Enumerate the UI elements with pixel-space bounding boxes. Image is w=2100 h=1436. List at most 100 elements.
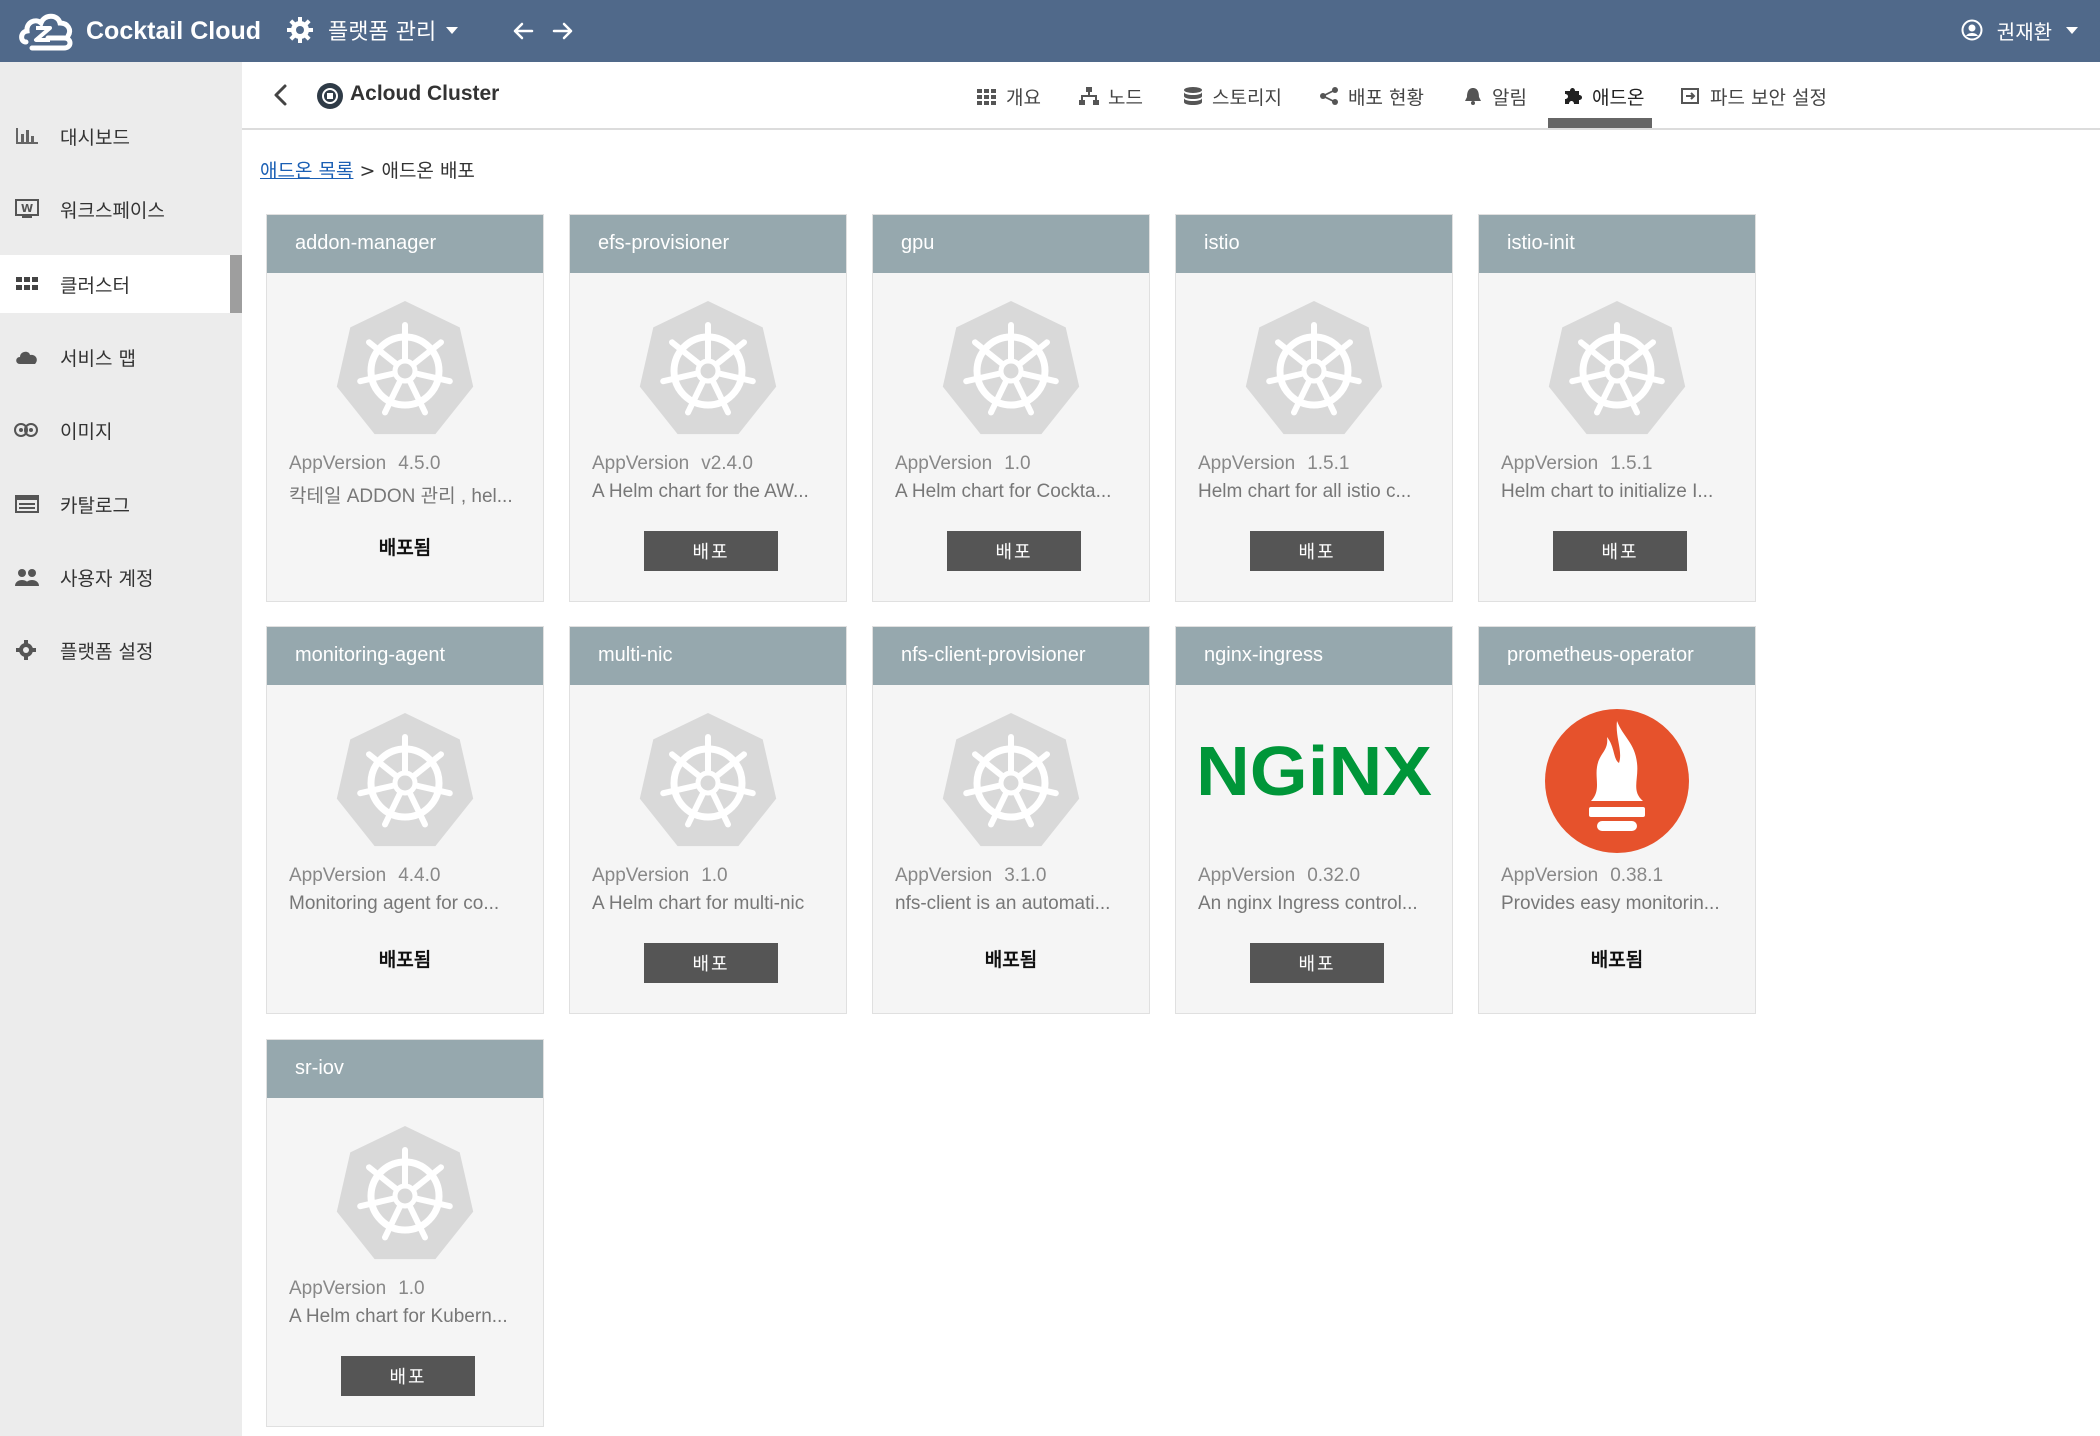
- addon-card[interactable]: monitoring-agent AppVersion 4.4.0 Monitorin…: [266, 626, 544, 1014]
- addon-description: An nginx Ingress control...: [1198, 893, 1418, 914]
- app-version-label: AppVersion: [1501, 865, 1599, 886]
- addon-card[interactable]: nginx-ingress NGiNX AppVersion 0.32.0 An ngi…: [1175, 626, 1453, 1014]
- images-icon: [14, 423, 38, 437]
- forward-arrow-button[interactable]: [546, 14, 580, 48]
- deploy-button[interactable]: 배포: [1250, 943, 1384, 983]
- deployed-status: 배포됨: [984, 949, 1038, 971]
- tab-label: 알림: [1492, 86, 1527, 109]
- addon-version-row: AppVersion 0.32.0: [1198, 865, 1360, 887]
- deploy-button[interactable]: 배포: [1553, 531, 1687, 571]
- sidebar-item-images[interactable]: 이미지: [0, 401, 242, 459]
- addon-name: monitoring-agent: [295, 644, 446, 666]
- addon-description: nfs-client is an automati...: [895, 893, 1111, 914]
- deploy-button[interactable]: 배포: [1250, 531, 1384, 571]
- deploy-button[interactable]: 배포: [947, 531, 1081, 571]
- addon-card[interactable]: nfs-client-provisioner AppVersion 3.1.0 nfs…: [872, 626, 1150, 1014]
- addon-card[interactable]: multi-nic AppVersion 1.0 A Helm chart for m…: [569, 626, 847, 1014]
- breadcrumb-addon-list-link[interactable]: 애드온 목록: [260, 160, 353, 182]
- app-version-label: AppVersion: [895, 865, 993, 886]
- workspace-icon: W: [15, 199, 39, 218]
- app-version-label: AppVersion: [1198, 453, 1296, 474]
- app-version-label: AppVersion: [592, 453, 690, 474]
- addon-version-row: AppVersion 1.5.1: [1501, 453, 1652, 475]
- app-version-value: 1.5.1: [1307, 453, 1350, 474]
- deploy-button[interactable]: 배포: [341, 1356, 475, 1396]
- sign-in-icon: [1681, 88, 1699, 104]
- app-version-label: AppVersion: [592, 865, 690, 886]
- sidebar-item-cluster[interactable]: 클러스터: [0, 255, 242, 313]
- cluster-icon: [317, 83, 343, 109]
- user-circle-icon: [1961, 19, 1983, 41]
- deployed-status: 배포됨: [1590, 949, 1644, 971]
- tab-label: 파드 보안 설정: [1710, 86, 1827, 109]
- addon-version-row: AppVersion 1.0: [895, 453, 1031, 475]
- addon-card[interactable]: prometheus-operator AppVersion 0.38.1 Provi…: [1478, 626, 1756, 1014]
- tab-pod-security[interactable]: 파드 보안 설정: [1680, 62, 1827, 130]
- addon-card[interactable]: addon-manager AppVersion 4.5.0 칵테일 ADDON 관리…: [266, 214, 544, 602]
- helm-wheel-icon: [336, 301, 474, 435]
- addon-card[interactable]: gpu AppVersion 1.0 A Helm chart for Cockta.…: [872, 214, 1150, 602]
- grid-icon: [977, 89, 996, 105]
- tab-nodes[interactable]: 노드: [1078, 62, 1143, 130]
- brand-name: Cocktail Cloud: [86, 16, 262, 45]
- app-version-label: AppVersion: [289, 865, 387, 886]
- tab-overview[interactable]: 개요: [976, 62, 1041, 130]
- nginx-logo: NGiNX: [1194, 723, 1434, 819]
- back-chevron-button[interactable]: [266, 80, 296, 110]
- arrow-right-icon: [552, 22, 573, 40]
- app-version-value: 4.5.0: [398, 453, 441, 474]
- breadcrumb-separator: >: [359, 160, 376, 182]
- deploy-button[interactable]: 배포: [644, 943, 778, 983]
- addon-version-row: AppVersion 1.0: [592, 865, 728, 887]
- users-icon: [15, 569, 39, 586]
- deploy-button[interactable]: 배포: [644, 531, 778, 571]
- addon-version-row: AppVersion 0.38.1: [1501, 865, 1663, 887]
- tab-deployment-status[interactable]: 배포 현황: [1318, 62, 1424, 130]
- addon-card[interactable]: efs-provisioner AppVersion v2.4.0 A Helm ch…: [569, 214, 847, 602]
- deployed-status: 배포됨: [378, 949, 432, 971]
- addon-version-row: AppVersion 4.5.0: [289, 453, 440, 475]
- helm-wheel-icon: [1245, 301, 1383, 435]
- addon-card[interactable]: istio AppVersion 1.5.1 Helm chart for all i…: [1175, 214, 1453, 602]
- addon-card-header: istio-init: [1479, 215, 1755, 273]
- tab-storage[interactable]: 스토리지: [1182, 62, 1282, 130]
- grid-icon: [16, 277, 38, 290]
- brand[interactable]: Cocktail Cloud: [18, 6, 261, 56]
- addon-name: istio-init: [1507, 232, 1575, 254]
- arrow-left-icon: [513, 22, 534, 40]
- addon-card-header: multi-nic: [570, 627, 846, 685]
- sidebar-item-catalog[interactable]: 카탈로그: [0, 475, 242, 533]
- addon-description: Monitoring agent for co...: [289, 893, 500, 914]
- platform-management-menu[interactable]: 플랫폼 관리: [286, 10, 459, 50]
- helm-wheel-icon: [1548, 301, 1686, 435]
- sidebar-item-platform-settings[interactable]: 플랫폼 설정: [0, 621, 242, 679]
- addon-card[interactable]: istio-init AppVersion 1.5.1 Helm chart to i…: [1478, 214, 1756, 602]
- addon-description: Helm chart for all istio c...: [1198, 481, 1412, 502]
- sidebar-item-workspace[interactable]: W 워크스페이스: [0, 180, 242, 238]
- tab-label: 스토리지: [1212, 86, 1282, 109]
- sidebar-item-dashboard[interactable]: 대시보드: [0, 107, 242, 165]
- svg-text:NGiNX: NGiNX: [1196, 732, 1432, 810]
- addon-description: 칵테일 ADDON 관리 , hel...: [289, 486, 513, 507]
- app-version-value: 1.0: [398, 1278, 425, 1299]
- app-version-value: 0.38.1: [1610, 865, 1664, 886]
- tab-alerts[interactable]: 알림: [1462, 62, 1527, 130]
- breadcrumb-current: 애드온 배포: [381, 160, 475, 182]
- addon-card[interactable]: sr-iov AppVersion 1.0 A Helm chart for Kube…: [266, 1039, 544, 1427]
- share-icon: [1320, 87, 1338, 105]
- back-arrow-button[interactable]: [506, 14, 540, 48]
- user-menu[interactable]: 권재환: [1961, 12, 2078, 48]
- addon-card-header: prometheus-operator: [1479, 627, 1755, 685]
- addon-name: prometheus-operator: [1507, 644, 1694, 666]
- app-version-value: 1.0: [1004, 453, 1031, 474]
- addon-name: multi-nic: [598, 644, 673, 666]
- app-version-value: v2.4.0: [701, 453, 753, 474]
- gear-icon: [16, 640, 36, 660]
- addon-card-header: monitoring-agent: [267, 627, 543, 685]
- app-version-value: 0.32.0: [1307, 865, 1361, 886]
- helm-wheel-icon: [336, 713, 474, 847]
- sidebar-item-user-accounts[interactable]: 사용자 계정: [0, 548, 242, 606]
- helm-wheel-icon: [639, 713, 777, 847]
- app-version-value: 1.5.1: [1610, 453, 1653, 474]
- sidebar-item-service-map[interactable]: 서비스 맵: [0, 328, 242, 386]
